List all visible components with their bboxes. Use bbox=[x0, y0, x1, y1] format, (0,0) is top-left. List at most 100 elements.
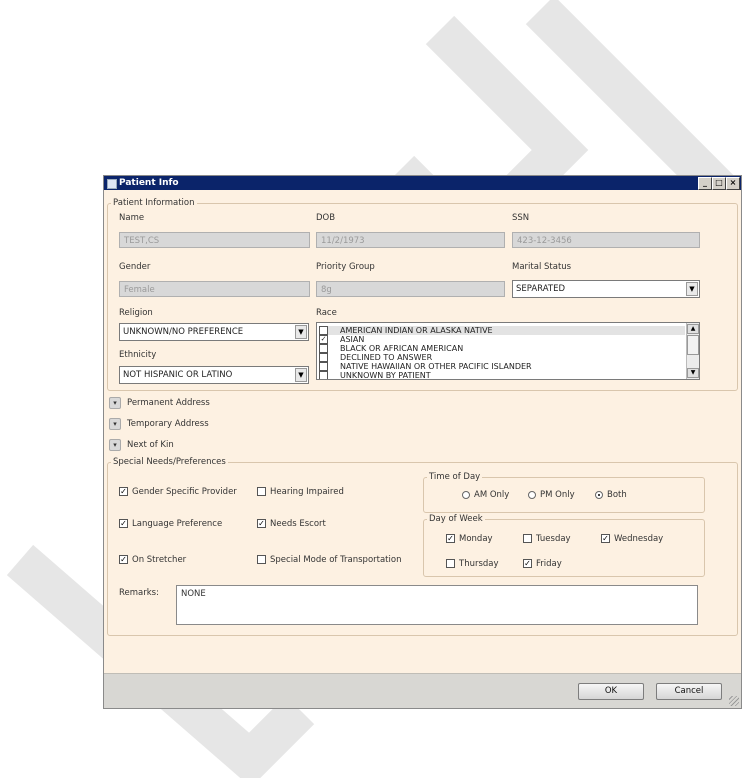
chevron-down-icon[interactable]: ▼ bbox=[686, 282, 698, 296]
patient-information-group: Patient Information Name TEST,CS DOB 11/… bbox=[107, 198, 738, 391]
special-needs-group: Special Needs/Preferences ✓ Gender Specif… bbox=[107, 457, 738, 636]
pm-only-label: PM Only bbox=[540, 490, 575, 500]
cancel-button[interactable]: Cancel bbox=[656, 683, 722, 700]
needs-escort-checkbox[interactable]: ✓ Needs Escort bbox=[257, 519, 326, 530]
marital-status-select[interactable]: SEPARATED ▼ bbox=[512, 280, 700, 298]
scroll-down-icon[interactable]: ▼ bbox=[687, 368, 699, 378]
ok-button[interactable]: OK bbox=[578, 683, 644, 700]
minimize-button[interactable]: _ bbox=[698, 177, 712, 190]
special-transport-checkbox[interactable]: Special Mode of Transportation bbox=[257, 555, 401, 566]
radio-selected-icon[interactable] bbox=[595, 490, 603, 499]
race-item-label: UNKNOWN BY PATIENT bbox=[340, 371, 431, 380]
gender-specific-label: Gender Specific Provider bbox=[132, 487, 237, 497]
temporary-address-expander[interactable]: ▾ Temporary Address bbox=[109, 417, 209, 431]
priority-group-field[interactable]: 8g bbox=[316, 281, 505, 297]
remarks-textarea[interactable]: NONE bbox=[176, 585, 698, 625]
priority-group-label: Priority Group bbox=[316, 262, 375, 272]
patient-info-window: Patient Info _ □ × Patient Information N… bbox=[103, 175, 742, 709]
next-of-kin-label: Next of Kin bbox=[127, 440, 174, 450]
thursday-checkbox[interactable]: Thursday bbox=[446, 559, 499, 570]
both-label: Both bbox=[607, 490, 627, 500]
checkbox-icon[interactable]: ✓ bbox=[601, 534, 610, 543]
ethnicity-select[interactable]: NOT HISPANIC OR LATINO ▼ bbox=[119, 366, 309, 384]
special-needs-title: Special Needs/Preferences bbox=[111, 457, 228, 467]
patient-information-title: Patient Information bbox=[111, 198, 197, 208]
race-item-label: NATIVE HAWAIIAN OR OTHER PACIFIC ISLANDE… bbox=[340, 362, 532, 371]
chevron-down-icon[interactable]: ▾ bbox=[109, 417, 121, 430]
close-button[interactable]: × bbox=[726, 177, 740, 190]
pm-only-radio[interactable]: PM Only bbox=[528, 490, 575, 501]
monday-label: Monday bbox=[459, 534, 493, 544]
checkbox-icon[interactable] bbox=[523, 534, 532, 543]
am-only-label: AM Only bbox=[474, 490, 510, 500]
race-item[interactable]: DECLINED TO ANSWER bbox=[319, 353, 432, 362]
marital-status-value: SEPARATED bbox=[516, 284, 565, 294]
gender-label: Gender bbox=[119, 262, 151, 272]
chevron-down-icon[interactable]: ▾ bbox=[109, 438, 121, 451]
hearing-impaired-checkbox[interactable]: Hearing Impaired bbox=[257, 487, 344, 498]
needs-escort-label: Needs Escort bbox=[270, 519, 326, 529]
checkbox-icon[interactable]: ✓ bbox=[446, 534, 455, 543]
wednesday-checkbox[interactable]: ✓ Wednesday bbox=[601, 534, 663, 545]
checkbox-icon[interactable] bbox=[446, 559, 455, 568]
language-preference-checkbox[interactable]: ✓ Language Preference bbox=[119, 519, 222, 530]
checkbox-icon[interactable]: ✓ bbox=[119, 487, 128, 496]
scroll-up-icon[interactable]: ▲ bbox=[687, 324, 699, 334]
checkbox-icon[interactable]: ✓ bbox=[319, 335, 328, 344]
ssn-field[interactable]: 423-12-3456 bbox=[512, 232, 700, 248]
checkbox-icon[interactable] bbox=[319, 326, 328, 335]
race-scrollbar[interactable]: ▲ ▼ bbox=[686, 323, 699, 379]
day-of-week-title: Day of Week bbox=[427, 514, 485, 524]
maximize-button[interactable]: □ bbox=[712, 177, 726, 190]
gender-specific-checkbox[interactable]: ✓ Gender Specific Provider bbox=[119, 487, 237, 498]
title-bar: Patient Info _ □ × bbox=[104, 176, 741, 190]
window-title: Patient Info bbox=[119, 178, 179, 188]
gender-field[interactable]: Female bbox=[119, 281, 310, 297]
name-field[interactable]: TEST,CS bbox=[119, 232, 310, 248]
ethnicity-value: NOT HISPANIC OR LATINO bbox=[123, 370, 233, 380]
am-only-radio[interactable]: AM Only bbox=[462, 490, 509, 501]
monday-checkbox[interactable]: ✓ Monday bbox=[446, 534, 493, 545]
race-item[interactable]: BLACK OR AFRICAN AMERICAN bbox=[319, 344, 463, 353]
chevron-down-icon[interactable]: ▾ bbox=[109, 396, 121, 409]
checkbox-icon[interactable] bbox=[257, 487, 266, 496]
checkbox-icon[interactable]: ✓ bbox=[119, 519, 128, 528]
race-item-label: AMERICAN INDIAN OR ALASKA NATIVE bbox=[340, 326, 493, 335]
next-of-kin-expander[interactable]: ▾ Next of Kin bbox=[109, 438, 174, 452]
checkbox-icon[interactable]: ✓ bbox=[523, 559, 532, 568]
scroll-thumb[interactable] bbox=[687, 335, 699, 355]
both-radio[interactable]: Both bbox=[595, 490, 627, 501]
checkbox-icon[interactable] bbox=[319, 362, 328, 371]
checkbox-icon[interactable]: ✓ bbox=[119, 555, 128, 564]
chevron-down-icon[interactable]: ▼ bbox=[295, 325, 307, 339]
race-item[interactable]: NATIVE HAWAIIAN OR OTHER PACIFIC ISLANDE… bbox=[319, 362, 532, 371]
radio-icon[interactable] bbox=[462, 490, 470, 499]
religion-select[interactable]: UNKNOWN/NO PREFERENCE ▼ bbox=[119, 323, 309, 341]
radio-icon[interactable] bbox=[528, 490, 536, 499]
race-item[interactable]: UNKNOWN BY PATIENT bbox=[319, 371, 431, 380]
religion-value: UNKNOWN/NO PREFERENCE bbox=[123, 327, 244, 337]
race-item[interactable]: AMERICAN INDIAN OR ALASKA NATIVE bbox=[319, 326, 685, 335]
checkbox-icon[interactable] bbox=[319, 344, 328, 353]
on-stretcher-checkbox[interactable]: ✓ On Stretcher bbox=[119, 555, 186, 566]
race-item-label: BLACK OR AFRICAN AMERICAN bbox=[340, 344, 464, 353]
app-icon bbox=[107, 179, 117, 189]
checkbox-icon[interactable] bbox=[319, 353, 328, 362]
permanent-address-expander[interactable]: ▾ Permanent Address bbox=[109, 396, 210, 410]
language-preference-label: Language Preference bbox=[132, 519, 223, 529]
race-list[interactable]: AMERICAN INDIAN OR ALASKA NATIVE ✓ ASIAN … bbox=[316, 322, 700, 380]
religion-label: Religion bbox=[119, 308, 153, 318]
checkbox-icon[interactable] bbox=[319, 371, 328, 379]
resize-grip-icon[interactable] bbox=[729, 696, 739, 706]
race-item-label: ASIAN bbox=[340, 335, 365, 344]
permanent-address-label: Permanent Address bbox=[127, 398, 210, 408]
checkbox-icon[interactable] bbox=[257, 555, 266, 564]
chevron-down-icon[interactable]: ▼ bbox=[295, 368, 307, 382]
race-label: Race bbox=[316, 308, 337, 318]
wednesday-label: Wednesday bbox=[614, 534, 664, 544]
checkbox-icon[interactable]: ✓ bbox=[257, 519, 266, 528]
race-item[interactable]: ✓ ASIAN bbox=[319, 335, 364, 344]
dob-field[interactable]: 11/2/1973 bbox=[316, 232, 505, 248]
tuesday-checkbox[interactable]: Tuesday bbox=[523, 534, 571, 545]
friday-checkbox[interactable]: ✓ Friday bbox=[523, 559, 562, 570]
